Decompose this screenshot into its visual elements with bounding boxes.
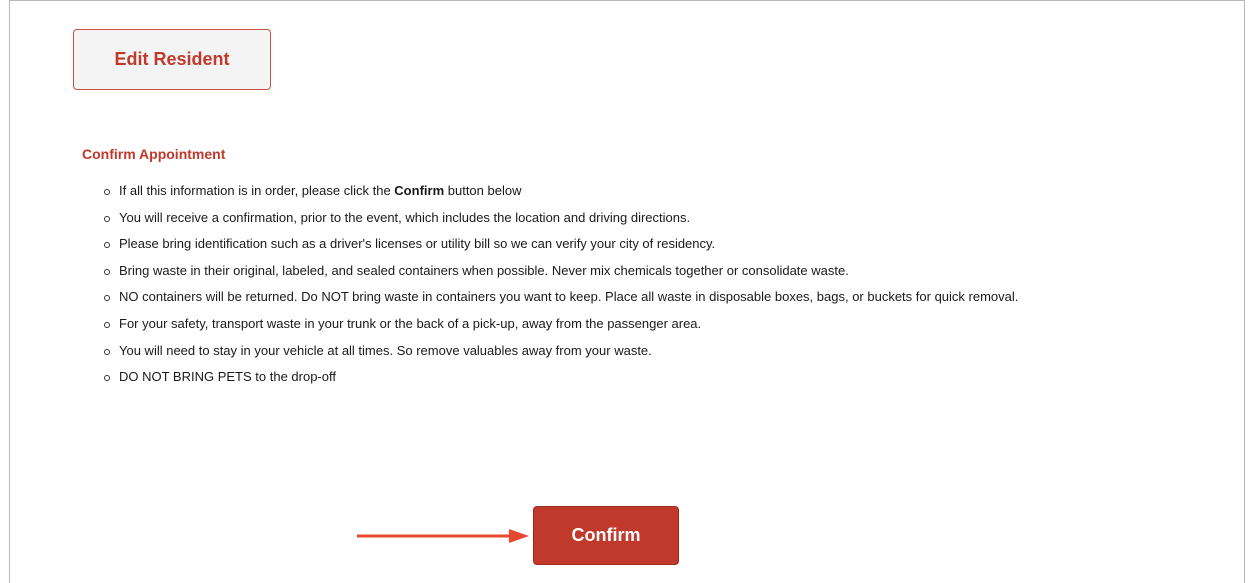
list-item-text: Bring waste in their original, labeled, … [119, 262, 849, 278]
list-item: DO NOT BRING PETS to the drop-off [104, 364, 1214, 391]
instructions-list: If all this information is in order, ple… [104, 178, 1214, 391]
list-item: Bring waste in their original, labeled, … [104, 258, 1214, 285]
list-item-bold-text: Confirm [394, 183, 445, 198]
list-item-text: For your safety, transport waste in your… [119, 315, 702, 331]
list-item-text: button below [444, 183, 522, 198]
list-item: You will receive a confirmation, prior t… [104, 205, 1214, 232]
list-item: You will need to stay in your vehicle at… [104, 338, 1214, 365]
list-item: Please bring identification such as a dr… [104, 231, 1214, 258]
edit-resident-button[interactable]: Edit Resident [73, 29, 271, 90]
edit-resident-label: Edit Resident [114, 49, 230, 69]
list-item-text: You will need to stay in your vehicle at… [119, 342, 652, 358]
confirm-button-label: Confirm [571, 525, 641, 545]
confirm-button[interactable]: Confirm [533, 506, 679, 565]
list-item-text: Please bring identification such as a dr… [119, 236, 716, 252]
list-item-text: NO containers will be returned. Do NOT b… [119, 289, 1019, 305]
list-item: For your safety, transport waste in your… [104, 311, 1214, 338]
confirm-appointment-heading: Confirm Appointment [82, 146, 226, 162]
list-item: If all this information is in order, ple… [104, 178, 1214, 205]
right-arrow-icon [357, 529, 529, 543]
list-item-text: DO NOT BRING PETS to the drop-off [119, 369, 336, 385]
list-item-text: If all this information is in order, ple… [119, 183, 395, 198]
list-item: NO containers will be returned. Do NOT b… [104, 284, 1214, 311]
list-item-text: You will receive a confirmation, prior t… [119, 209, 691, 225]
